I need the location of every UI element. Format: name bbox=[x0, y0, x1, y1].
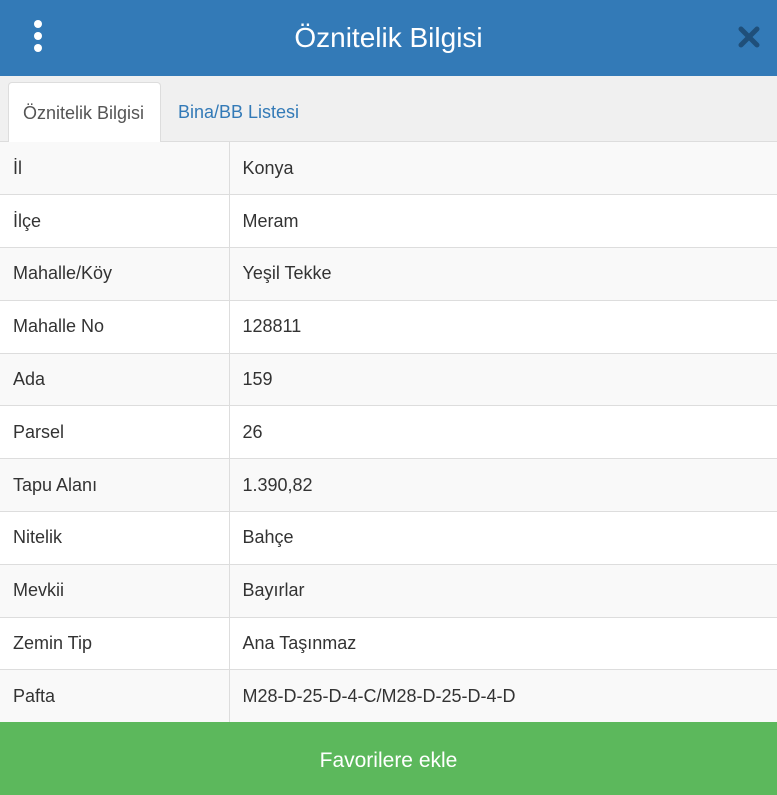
add-to-favorites-button[interactable]: Favorilere ekle bbox=[0, 722, 777, 795]
attribute-key: Mahalle No bbox=[0, 299, 230, 354]
kebab-menu-icon[interactable] bbox=[26, 20, 50, 52]
table-row: Mahalle No 128811 bbox=[0, 299, 777, 354]
attribute-value: Bahçe bbox=[229, 511, 777, 565]
attribute-value: Meram bbox=[229, 194, 777, 248]
attribute-key: Parsel bbox=[0, 405, 230, 459]
table-row: Mevkii Bayırlar bbox=[0, 563, 777, 618]
attribute-key: İl bbox=[0, 142, 230, 195]
table-row: Tapu Alanı 1.390,82 bbox=[0, 458, 777, 512]
attribute-value: 1.390,82 bbox=[229, 458, 777, 512]
table-row: Parsel 26 bbox=[0, 405, 777, 459]
attribute-key: Zemin Tip bbox=[0, 616, 230, 670]
table-row: İlçe Meram bbox=[0, 194, 777, 248]
attribute-value: 26 bbox=[229, 405, 777, 459]
dialog-title: Öznitelik Bilgisi bbox=[294, 22, 483, 53]
table-row: Zemin Tip Ana Taşınmaz bbox=[0, 616, 777, 670]
table-row: Mahalle/Köy Yeşil Tekke bbox=[0, 247, 777, 301]
attribute-table: İl Konya İlçe Meram Mahalle/Köy Yeşil Tekke Ma… bbox=[0, 142, 777, 722]
table-row: İl Konya bbox=[0, 142, 777, 195]
attribute-value: 128811 bbox=[229, 299, 777, 354]
attribute-value: M28-D-25-D-4-C/M28-D-25-D-4-D bbox=[229, 669, 777, 722]
attribute-key: Ada bbox=[0, 352, 230, 406]
attribute-key: İlçe bbox=[0, 194, 230, 248]
attribute-key: Mevkii bbox=[0, 563, 230, 618]
tab-bar: Öznitelik Bilgisi Bina/BB Listesi bbox=[0, 76, 777, 143]
tab-oznitelik-bilgisi[interactable]: Öznitelik Bilgisi bbox=[8, 82, 161, 143]
attribute-value: Ana Taşınmaz bbox=[229, 616, 777, 670]
attribute-value: Konya bbox=[229, 142, 777, 195]
attribute-value: Bayırlar bbox=[229, 563, 777, 618]
close-icon[interactable] bbox=[736, 24, 762, 50]
attribute-value: Yeşil Tekke bbox=[229, 247, 777, 301]
dialog-header: Öznitelik Bilgisi bbox=[0, 0, 777, 76]
attribute-key: Tapu Alanı bbox=[0, 458, 230, 512]
attribute-key: Pafta bbox=[0, 669, 230, 722]
attribute-key: Mahalle/Köy bbox=[0, 247, 230, 301]
tab-bina-bb-listesi[interactable]: Bina/BB Listesi bbox=[164, 82, 313, 143]
attribute-key: Nitelik bbox=[0, 511, 230, 565]
attribute-value: 159 bbox=[229, 352, 777, 406]
table-row: Pafta M28-D-25-D-4-C/M28-D-25-D-4-D bbox=[0, 669, 777, 722]
table-row: Nitelik Bahçe bbox=[0, 511, 777, 565]
table-row: Ada 159 bbox=[0, 352, 777, 406]
